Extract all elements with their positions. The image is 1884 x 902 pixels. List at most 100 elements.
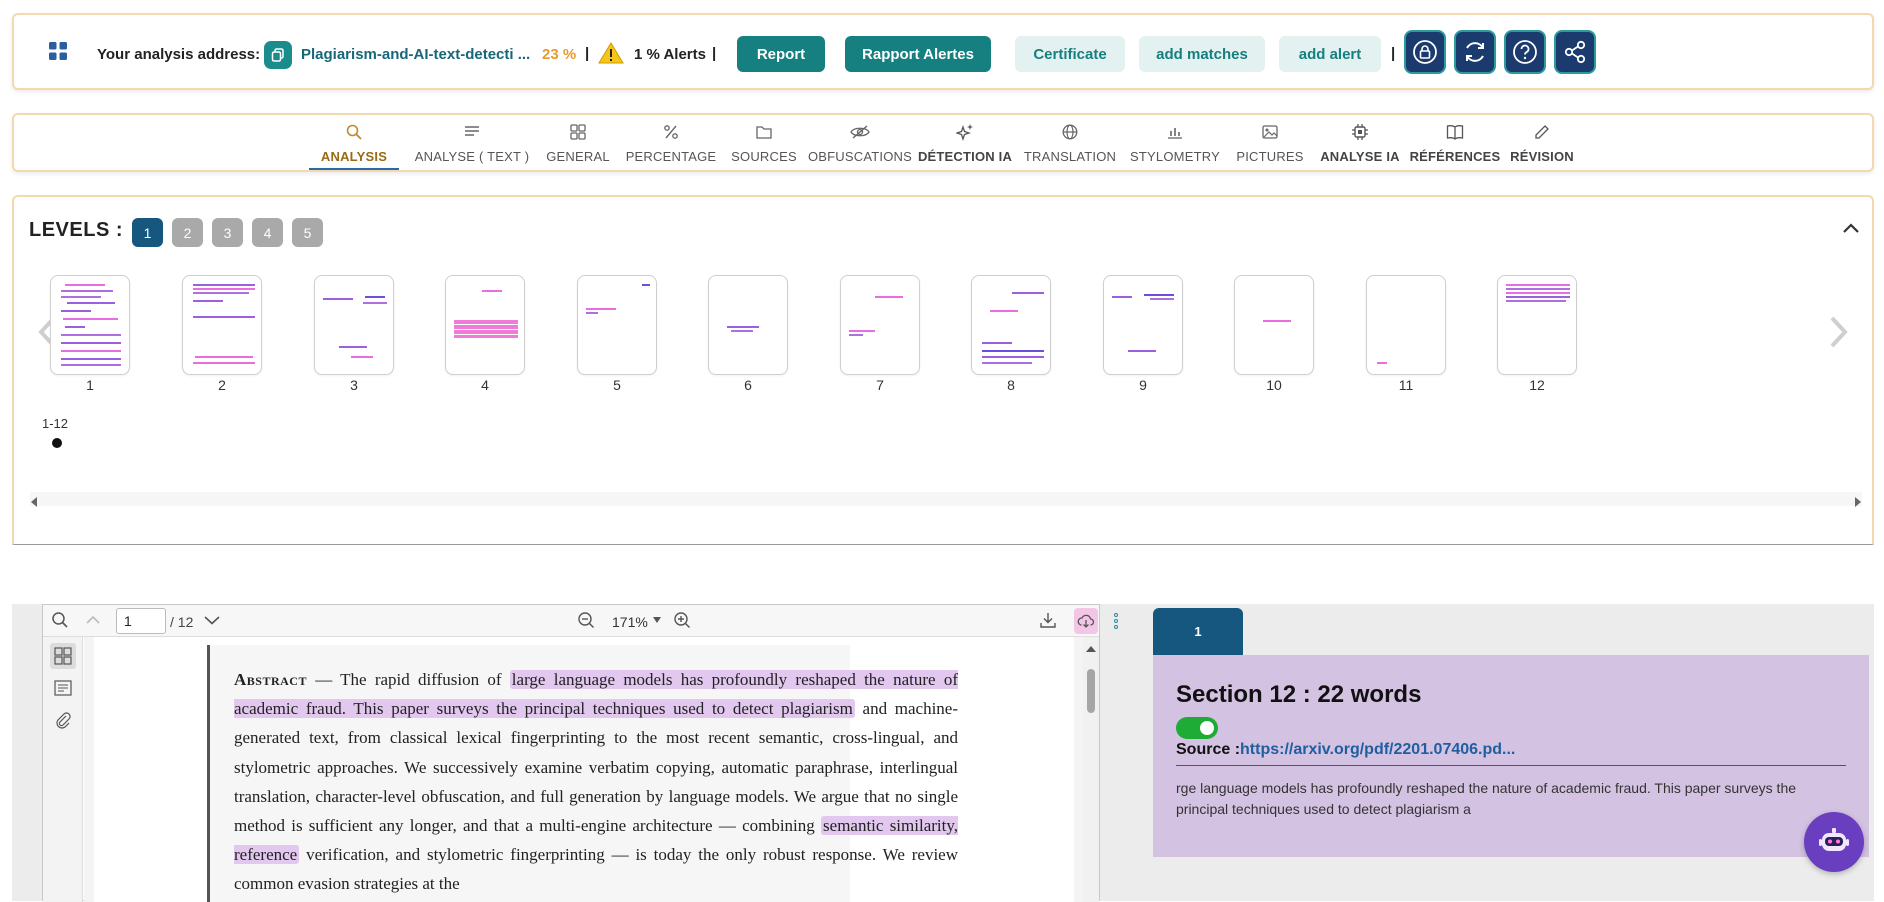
separator: |	[712, 45, 717, 62]
tab-percentage[interactable]: PERCENTAGE	[621, 117, 721, 170]
page-thumbnail[interactable]	[708, 275, 788, 375]
apps-icon[interactable]	[40, 33, 76, 69]
tab-obfuscations[interactable]: OBFUSCATIONS	[805, 117, 915, 170]
pdf-sidebar	[43, 637, 83, 902]
help-icon[interactable]	[1504, 30, 1546, 74]
vertical-scrollbar[interactable]	[1083, 637, 1099, 902]
level-button-1[interactable]: 1	[132, 218, 163, 247]
tab-detection-ia[interactable]: DÉTECTION IA	[917, 117, 1013, 170]
source-prefix: Source :	[1176, 741, 1241, 758]
abstract-text: verification, and stylometric fingerprin…	[234, 845, 958, 894]
eye-off-icon	[850, 121, 870, 143]
analysis-address-link[interactable]: Plagiarism-and-AI-text-detecti ...	[301, 46, 530, 63]
tab-analyse-ia[interactable]: ANALYSE IA	[1315, 117, 1405, 170]
level-button-2[interactable]: 2	[172, 218, 203, 247]
add-matches-button[interactable]: add matches	[1139, 36, 1265, 72]
search-icon	[346, 121, 362, 143]
pdf-page-view[interactable]: Abstract — The rapid diffusion of large …	[84, 637, 1084, 902]
source-toggle[interactable]	[1176, 717, 1218, 739]
zoom-level[interactable]: 171%	[612, 614, 648, 630]
zoom-dropdown-icon[interactable]	[653, 617, 661, 623]
source-link[interactable]: https://arxiv.org/pdf/2201.07406.pd...	[1240, 741, 1515, 758]
page-thumbnail[interactable]	[1234, 275, 1314, 375]
pdf-viewer: 1 / 12 171% Abstract — The rapid diffusi…	[42, 604, 1118, 902]
share-icon[interactable]	[1554, 30, 1596, 74]
bar-chart-icon	[1167, 121, 1183, 143]
horizontal-scrollbar[interactable]	[30, 492, 1862, 507]
tab-stylometry[interactable]: STYLOMETRY	[1124, 117, 1226, 170]
scroll-thumb[interactable]	[1087, 669, 1095, 713]
tab-label: STYLOMETRY	[1130, 149, 1220, 164]
add-alert-button[interactable]: add alert	[1279, 36, 1381, 72]
pencil-icon	[1534, 121, 1550, 143]
separator: |	[1391, 45, 1396, 62]
outline-icon[interactable]	[50, 675, 76, 701]
tab-label: DÉTECTION IA	[917, 149, 1013, 164]
tab-label: RÉFÉRENCES	[1409, 149, 1501, 164]
chatbot-icon[interactable]	[1804, 812, 1864, 872]
page-thumbnail[interactable]	[182, 275, 262, 375]
tab-analysis[interactable]: ANALYSIS	[309, 117, 399, 170]
report-button[interactable]: Report	[737, 36, 825, 72]
tab-sources[interactable]: SOURCES	[723, 117, 805, 170]
range-indicator-dot[interactable]	[52, 438, 62, 448]
copy-icon[interactable]	[264, 41, 292, 69]
source-excerpt: rge language models has profoundly resha…	[1176, 780, 1797, 817]
certificate-button[interactable]: Certificate	[1015, 36, 1125, 72]
page-thumbnail[interactable]	[445, 275, 525, 375]
similarity-percentage: 23 %	[542, 46, 577, 63]
tab-revision[interactable]: RÉVISION	[1504, 117, 1580, 170]
zoom-in-icon[interactable]	[673, 611, 691, 629]
chevron-up-icon[interactable]	[1842, 221, 1860, 239]
page-number: 10	[1266, 377, 1282, 393]
page-thumbnail[interactable]	[1497, 275, 1577, 375]
tab-label: OBFUSCATIONS	[807, 149, 912, 164]
page-number-input[interactable]: 1	[116, 608, 166, 634]
page-number: 5	[613, 377, 621, 393]
refresh-icon[interactable]	[1454, 30, 1496, 74]
tab-translation[interactable]: TRANSLATION	[1021, 117, 1119, 170]
chevron-down-icon[interactable]	[204, 615, 220, 625]
page-thumbnail[interactable]	[50, 275, 130, 375]
carousel-next-icon[interactable]	[1828, 315, 1850, 354]
percent-icon	[663, 121, 679, 143]
tab-references[interactable]: RÉFÉRENCES	[1410, 117, 1500, 170]
tab-label: GENERAL	[546, 149, 610, 164]
cloud-download-icon[interactable]	[1074, 608, 1098, 634]
page-total: / 12	[170, 614, 194, 630]
page-thumbnail[interactable]	[1103, 275, 1183, 375]
paperclip-icon[interactable]	[50, 707, 76, 733]
page-number: 2	[218, 377, 226, 393]
book-icon	[1446, 121, 1464, 143]
section-title: Section 12 : 22 words	[1176, 681, 1422, 708]
tab-pictures[interactable]: PICTURES	[1229, 117, 1311, 170]
source-tab-1[interactable]: 1	[1153, 608, 1243, 655]
level-button-4[interactable]: 4	[252, 218, 283, 247]
lock-icon[interactable]	[1404, 30, 1446, 74]
tab-general[interactable]: GENERAL	[542, 117, 614, 170]
rapport-alertes-button[interactable]: Rapport Alertes	[845, 36, 991, 72]
chevron-up-icon[interactable]	[86, 615, 100, 625]
more-options-icon[interactable]	[1114, 613, 1118, 629]
level-button-5[interactable]: 5	[292, 218, 323, 247]
page-number: 4	[481, 377, 489, 393]
zoom-out-icon[interactable]	[577, 611, 595, 629]
tab-label: PICTURES	[1236, 149, 1304, 164]
page-thumbnail[interactable]	[1366, 275, 1446, 375]
level-button-3[interactable]: 3	[212, 218, 243, 247]
pdf-page: Abstract — The rapid diffusion of large …	[94, 637, 1074, 902]
tab-label: ANALYSE IA	[1320, 149, 1400, 164]
page-thumbnail[interactable]	[971, 275, 1051, 375]
thumbnails-icon[interactable]	[50, 643, 76, 669]
abstract-block: Abstract — The rapid diffusion of large …	[207, 645, 958, 902]
page-thumbnail[interactable]	[314, 275, 394, 375]
scroll-up-icon[interactable]	[1086, 640, 1096, 658]
scroll-right-icon[interactable]	[1854, 494, 1862, 512]
tab-analyse-text[interactable]: ANALYSE ( TEXT )	[406, 117, 538, 170]
scroll-left-icon[interactable]	[30, 494, 38, 512]
abstract-text: and machine-generated text, from classic…	[234, 699, 959, 836]
page-thumbnail[interactable]	[577, 275, 657, 375]
search-icon[interactable]	[51, 611, 69, 629]
page-thumbnail[interactable]	[840, 275, 920, 375]
download-icon[interactable]	[1039, 611, 1057, 629]
